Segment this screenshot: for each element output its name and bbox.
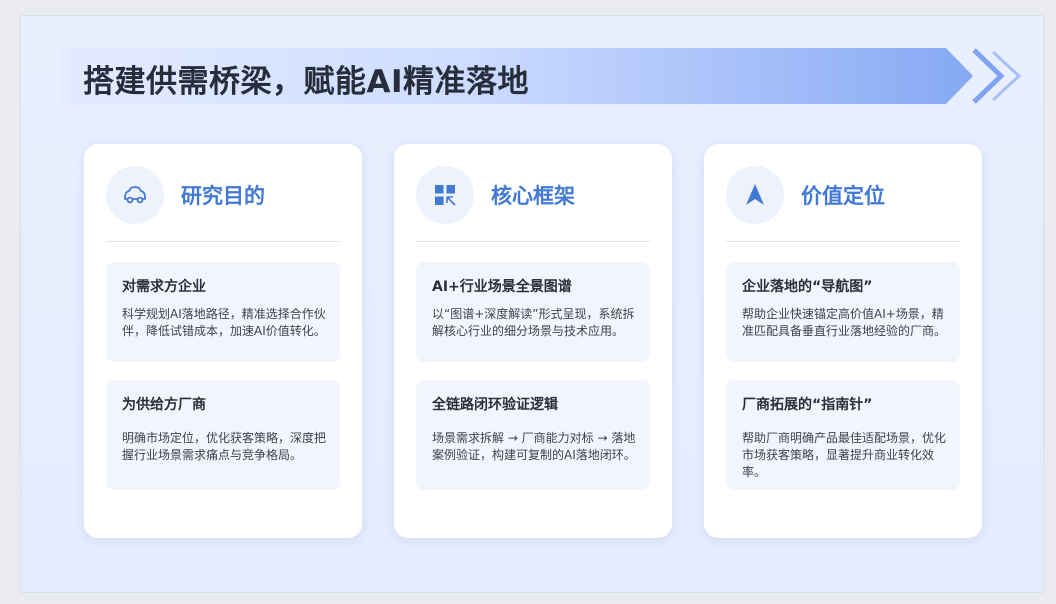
item-title: 全链路闭环验证逻辑 bbox=[432, 397, 558, 413]
item-title: 企业落地的“导航图” bbox=[742, 279, 873, 295]
item-description: 帮助厂商明确产品最佳适配场景，优化市场获客策略，显著提升商业转化效率。 bbox=[742, 431, 947, 479]
card-title: 价值定位 bbox=[801, 184, 885, 208]
slide: 搭建供需桥梁，赋能AI精准落地 研究目的 对需求方企业 科学规划AI落地路径，精… bbox=[20, 15, 1044, 593]
card-header: 价值定位 bbox=[726, 166, 962, 226]
card-header: 研究目的 bbox=[106, 166, 342, 226]
navigation-arrow-icon bbox=[726, 166, 784, 224]
info-item: 厂商拓展的“指南针” 帮助厂商明确产品最佳适配场景，优化市场获客策略，显著提升商… bbox=[726, 380, 960, 490]
grid-framework-icon bbox=[416, 166, 474, 224]
info-item: 对需求方企业 科学规划AI落地路径，精准选择合作伙伴，降低试错成本，加速AI价值… bbox=[106, 262, 340, 362]
divider bbox=[416, 241, 650, 242]
item-description: 场景需求拆解 → 厂商能力对标 → 落地案例验证，构建可复制的AI落地闭环。 bbox=[432, 431, 636, 462]
card-title: 研究目的 bbox=[181, 184, 265, 208]
divider bbox=[726, 241, 960, 242]
info-item: 全链路闭环验证逻辑 场景需求拆解 → 厂商能力对标 → 落地案例验证，构建可复制… bbox=[416, 380, 650, 490]
item-title: 对需求方企业 bbox=[122, 279, 206, 295]
divider bbox=[106, 241, 340, 242]
item-title: 厂商拓展的“指南针” bbox=[742, 397, 873, 413]
item-description: 明确市场定位，优化获客策略，深度把握行业场景需求痛点与竞争格局。 bbox=[122, 431, 327, 462]
item-description: 帮助企业快速锚定高价值AI+场景，精准匹配具备垂直行业落地经验的厂商。 bbox=[742, 307, 947, 338]
item-title: AI+行业场景全景图谱 bbox=[432, 279, 572, 295]
item-description: 科学规划AI落地路径，精准选择合作伙伴，降低试错成本，加速AI价值转化。 bbox=[122, 307, 326, 338]
page-title: 搭建供需桥梁，赋能AI精准落地 bbox=[83, 64, 530, 100]
card-core-framework: 核心框架 AI+行业场景全景图谱 以“图谱+深度解读”形式呈现，系统拆解核心行业… bbox=[394, 144, 672, 538]
card-value-positioning: 价值定位 企业落地的“导航图” 帮助企业快速锚定高价值AI+场景，精准匹配具备垂… bbox=[704, 144, 982, 538]
info-item: AI+行业场景全景图谱 以“图谱+深度解读”形式呈现，系统拆解核心行业的细分场景… bbox=[416, 262, 650, 362]
card-header: 核心框架 bbox=[416, 166, 652, 226]
item-title: 为供给方厂商 bbox=[122, 397, 206, 413]
info-item: 企业落地的“导航图” 帮助企业快速锚定高价值AI+场景，精准匹配具备垂直行业落地… bbox=[726, 262, 960, 362]
car-icon bbox=[106, 166, 164, 224]
card-research-purpose: 研究目的 对需求方企业 科学规划AI落地路径，精准选择合作伙伴，降低试错成本，加… bbox=[84, 144, 362, 538]
item-description: 以“图谱+深度解读”形式呈现，系统拆解核心行业的细分场景与技术应用。 bbox=[432, 307, 635, 338]
info-item: 为供给方厂商 明确市场定位，优化获客策略，深度把握行业场景需求痛点与竞争格局。 bbox=[106, 380, 340, 490]
title-banner: 搭建供需桥梁，赋能AI精准落地 bbox=[61, 48, 1021, 106]
card-title: 核心框架 bbox=[491, 184, 575, 208]
